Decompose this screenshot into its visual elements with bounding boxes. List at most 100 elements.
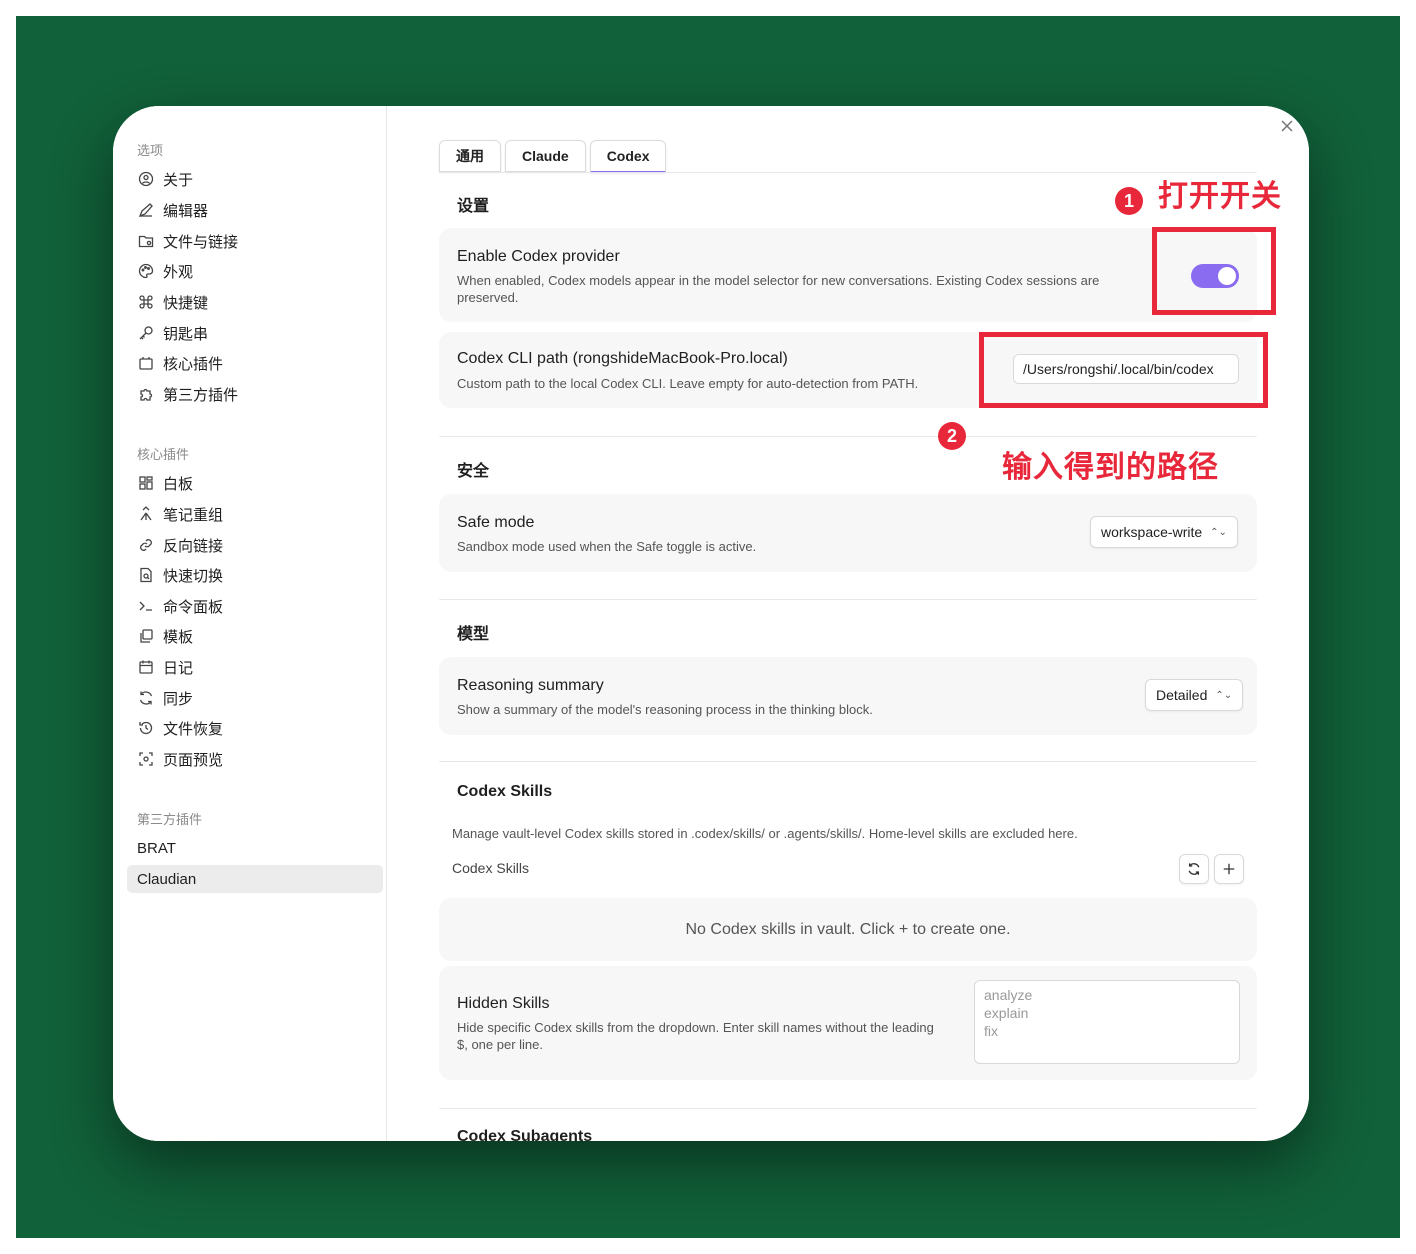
sidebar-section-community: 第三方插件 <box>137 812 203 827</box>
sidebar-item-hotkeys[interactable]: 快捷键 <box>127 288 373 316</box>
skills-empty-state: No Codex skills in vault. Click + to cre… <box>439 898 1257 961</box>
placeholder-line: analyze <box>984 987 1033 1003</box>
terminal-icon <box>137 597 155 615</box>
sidebar-item-quick-switcher[interactable]: 快速切换 <box>127 561 373 589</box>
group-title-settings: 设置 <box>457 198 490 215</box>
group-title-model: 模型 <box>457 626 490 643</box>
group-divider <box>439 761 1257 762</box>
close-icon[interactable] <box>1279 118 1295 134</box>
safe-mode-select[interactable]: workspace-write ⌃⌄ <box>1090 516 1238 548</box>
sidebar-section-options: 选项 <box>137 143 164 158</box>
info-circle-icon <box>137 170 155 188</box>
settings-window: 选项 关于 编辑器 文件与链接 外观 快捷键 钥匙串 核心插件 第三方插件 核心… <box>113 106 1309 1141</box>
sidebar-item-daily-notes[interactable]: 日记 <box>127 653 373 681</box>
sidebar-item-sync[interactable]: 同步 <box>127 684 373 712</box>
settings-sidebar: 选项 关于 编辑器 文件与链接 外观 快捷键 钥匙串 核心插件 第三方插件 核心… <box>113 106 387 1141</box>
sidebar-item-note-composer[interactable]: 笔记重组 <box>127 500 373 528</box>
reasoning-select[interactable]: Detailed ⌃⌄ <box>1145 679 1244 711</box>
setting-name: Hidden Skills <box>457 995 550 1012</box>
sidebar-item-page-preview[interactable]: 页面预览 <box>127 745 373 773</box>
layout-grid-icon <box>137 474 155 492</box>
sidebar-item-label: 外观 <box>163 263 194 281</box>
setting-reasoning-summary: Reasoning summary Show a summary of the … <box>439 657 1257 735</box>
sidebar-item-community-plugins[interactable]: 第三方插件 <box>127 380 373 408</box>
sidebar-item-label: 同步 <box>163 690 194 708</box>
refresh-icon <box>1188 863 1200 875</box>
link-icon <box>137 536 155 554</box>
hidden-skills-textarea[interactable]: analyze explain fix <box>974 980 1240 1064</box>
refresh-skills-button[interactable] <box>1179 854 1209 884</box>
placeholder-line: fix <box>984 1023 998 1039</box>
pencil-icon <box>137 201 155 219</box>
sidebar-item-label: 快速切换 <box>163 567 224 585</box>
sidebar-item-claudian[interactable]: Claudian <box>127 865 383 893</box>
sidebar-item-label: 文件与链接 <box>163 233 239 251</box>
sidebar-item-label: BRAT <box>137 839 176 857</box>
key-icon <box>137 324 155 342</box>
sidebar-item-label: Claudian <box>137 870 197 888</box>
sidebar-item-files-links[interactable]: 文件与链接 <box>127 227 373 255</box>
plugin-box-icon <box>137 354 155 372</box>
sidebar-item-label: 反向链接 <box>163 537 224 555</box>
plus-icon <box>1223 863 1235 875</box>
sidebar-item-canvas[interactable]: 白板 <box>127 469 373 497</box>
sidebar-item-label: 核心插件 <box>163 355 224 373</box>
sidebar-item-backlinks[interactable]: 反向链接 <box>127 531 373 559</box>
sidebar-item-label: 第三方插件 <box>163 386 239 404</box>
merge-icon <box>137 505 155 523</box>
annotation-box-path <box>979 332 1268 408</box>
puzzle-icon <box>137 385 155 403</box>
setting-name: Enable Codex provider <box>457 248 620 265</box>
setting-description: Custom path to the local Codex CLI. Leav… <box>457 376 919 391</box>
setting-description: Sandbox mode used when the Safe toggle i… <box>457 539 757 554</box>
skills-description: Manage vault-level Codex skills stored i… <box>452 826 1078 841</box>
sidebar-item-brat[interactable]: BRAT <box>127 834 383 862</box>
refresh-icon <box>137 689 155 707</box>
annotation-box-toggle <box>1152 227 1276 315</box>
history-icon <box>137 719 155 737</box>
tab-bar: 通用 Claude Codex <box>439 140 667 173</box>
calendar-icon <box>137 658 155 676</box>
sidebar-item-label: 笔记重组 <box>163 506 224 524</box>
add-skill-button[interactable] <box>1214 854 1244 884</box>
file-search-icon <box>137 566 155 584</box>
sidebar-item-about[interactable]: 关于 <box>127 165 373 193</box>
sidebar-item-command-palette[interactable]: 命令面板 <box>127 592 373 620</box>
sidebar-item-label: 白板 <box>163 475 194 493</box>
group-title-security: 安全 <box>457 463 490 480</box>
copy-icon <box>137 627 155 645</box>
tab-general[interactable]: 通用 <box>439 140 501 172</box>
sidebar-item-appearance[interactable]: 外观 <box>127 257 373 285</box>
sidebar-item-file-recovery[interactable]: 文件恢复 <box>127 714 373 742</box>
sidebar-item-keychain[interactable]: 钥匙串 <box>127 319 373 347</box>
setting-description: Hide specific Codex skills from the drop… <box>457 1020 934 1052</box>
setting-description: When enabled, Codex models appear in the… <box>457 273 1100 305</box>
annotation-badge-1: 1 <box>1115 187 1143 215</box>
group-divider <box>439 599 1257 600</box>
setting-name: Reasoning summary <box>457 677 604 694</box>
select-value: Detailed <box>1156 687 1208 703</box>
annotation-text-1: 打开开关 <box>1158 180 1282 213</box>
setting-name: Safe mode <box>457 514 535 531</box>
sidebar-item-label: 命令面板 <box>163 598 224 616</box>
empty-state-text: No Codex skills in vault. Click + to cre… <box>685 920 1011 938</box>
setting-hidden-skills: Hidden Skills Hide specific Codex skills… <box>439 966 1257 1080</box>
sidebar-item-label: 日记 <box>163 659 194 677</box>
annotation-text-2: 输入得到的路径 <box>1002 451 1219 484</box>
chevron-updown-icon: ⌃⌄ <box>1215 689 1233 701</box>
skills-list-label: Codex Skills <box>452 860 530 876</box>
folder-link-icon <box>137 232 155 250</box>
sidebar-item-editor[interactable]: 编辑器 <box>127 196 373 224</box>
tab-claude[interactable]: Claude <box>505 140 586 172</box>
sidebar-item-label: 模板 <box>163 628 194 646</box>
group-divider <box>439 436 1257 437</box>
palette-icon <box>137 262 155 280</box>
sidebar-item-label: 快捷键 <box>163 294 209 312</box>
sidebar-item-templates[interactable]: 模板 <box>127 622 373 650</box>
tab-codex[interactable]: Codex <box>589 140 667 173</box>
chevron-updown-icon: ⌃⌄ <box>1210 526 1227 538</box>
sidebar-item-label: 编辑器 <box>163 202 209 220</box>
sidebar-item-core-plugins[interactable]: 核心插件 <box>127 349 373 377</box>
sidebar-item-label: 钥匙串 <box>163 325 209 343</box>
sidebar-item-label: 关于 <box>163 171 194 189</box>
